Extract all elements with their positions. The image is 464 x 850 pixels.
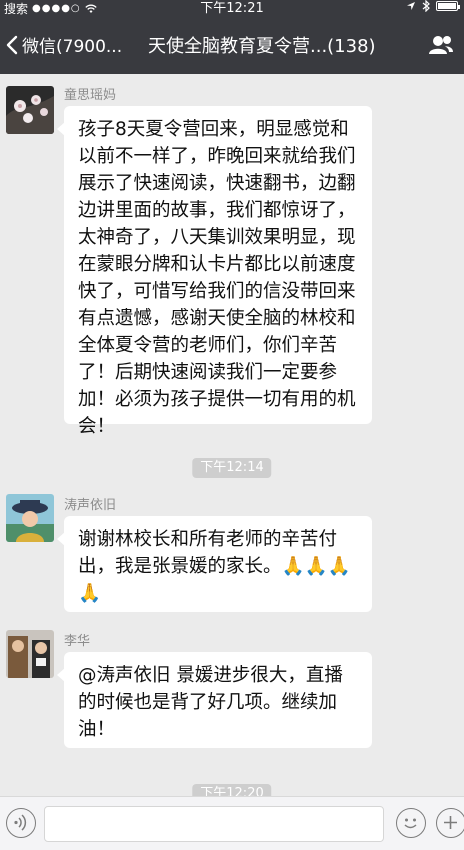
voice-icon	[14, 814, 27, 831]
avatar[interactable]	[6, 494, 54, 542]
chat-area[interactable]: 童思瑶妈 孩子8天夏令营回来，明显感觉和以前不一样了，昨晚回来就给我们展示了快速…	[0, 74, 464, 796]
status-right	[406, 0, 460, 12]
nav-bar: 微信(7900... 天使全脑教育夏令营...(138)	[0, 22, 464, 70]
people-icon	[429, 36, 453, 54]
avatar-image	[6, 494, 54, 542]
message-input[interactable]	[44, 806, 384, 842]
status-bar: 搜索 ●●●●○ 下午12:21	[0, 0, 464, 18]
sender-name: 童思瑶妈	[64, 88, 117, 103]
battery-icon	[436, 1, 460, 11]
voice-button[interactable]	[6, 808, 36, 838]
message-bubble[interactable]: @涛声依旧 景媛进步很大，直播的时候也是背了好几项。继续加油！	[57, 652, 372, 748]
wechat-chat-screen: 搜索 ●●●●○ 下午12:21 微信(7900... 天使全脑教育夏令营...…	[0, 0, 464, 850]
avatar-image	[6, 630, 54, 678]
bluetooth-icon	[422, 0, 430, 12]
group-info-button[interactable]	[428, 34, 454, 60]
top-bar: 搜索 ●●●●○ 下午12:21 微信(7900... 天使全脑教育夏令营...…	[0, 0, 464, 74]
sender-name: 涛声依旧	[64, 498, 117, 513]
location-icon	[407, 2, 415, 10]
emoji-icon	[404, 818, 417, 829]
avatar[interactable]	[6, 630, 54, 678]
more-button[interactable]	[436, 808, 464, 838]
chevron-left-icon	[6, 35, 18, 54]
back-button[interactable]: 微信(7900...	[6, 32, 122, 57]
chat-title: 天使全脑教育夏令营...(138)	[148, 36, 376, 57]
timestamp: 下午12:20	[192, 784, 272, 796]
status-time: 下午12:21	[200, 1, 264, 16]
emoji-button[interactable]	[396, 808, 426, 838]
message-bubble[interactable]: 孩子8天夏令营回来，明显感觉和以前不一样了，昨晚回来就给我们展示了快速阅读，快速…	[57, 106, 372, 437]
back-label: 微信(7900...	[22, 37, 123, 57]
avatar-image	[6, 86, 54, 134]
message-bubble[interactable]: 谢谢林校长和所有老师的辛苦付出，我是张景媛的家长。🙏🙏🙏🙏	[57, 516, 372, 612]
input-bar	[0, 796, 464, 850]
sender-name: 李华	[64, 634, 91, 649]
timestamp: 下午12:14	[192, 458, 272, 478]
avatar[interactable]	[6, 86, 54, 134]
plus-icon	[444, 816, 457, 829]
